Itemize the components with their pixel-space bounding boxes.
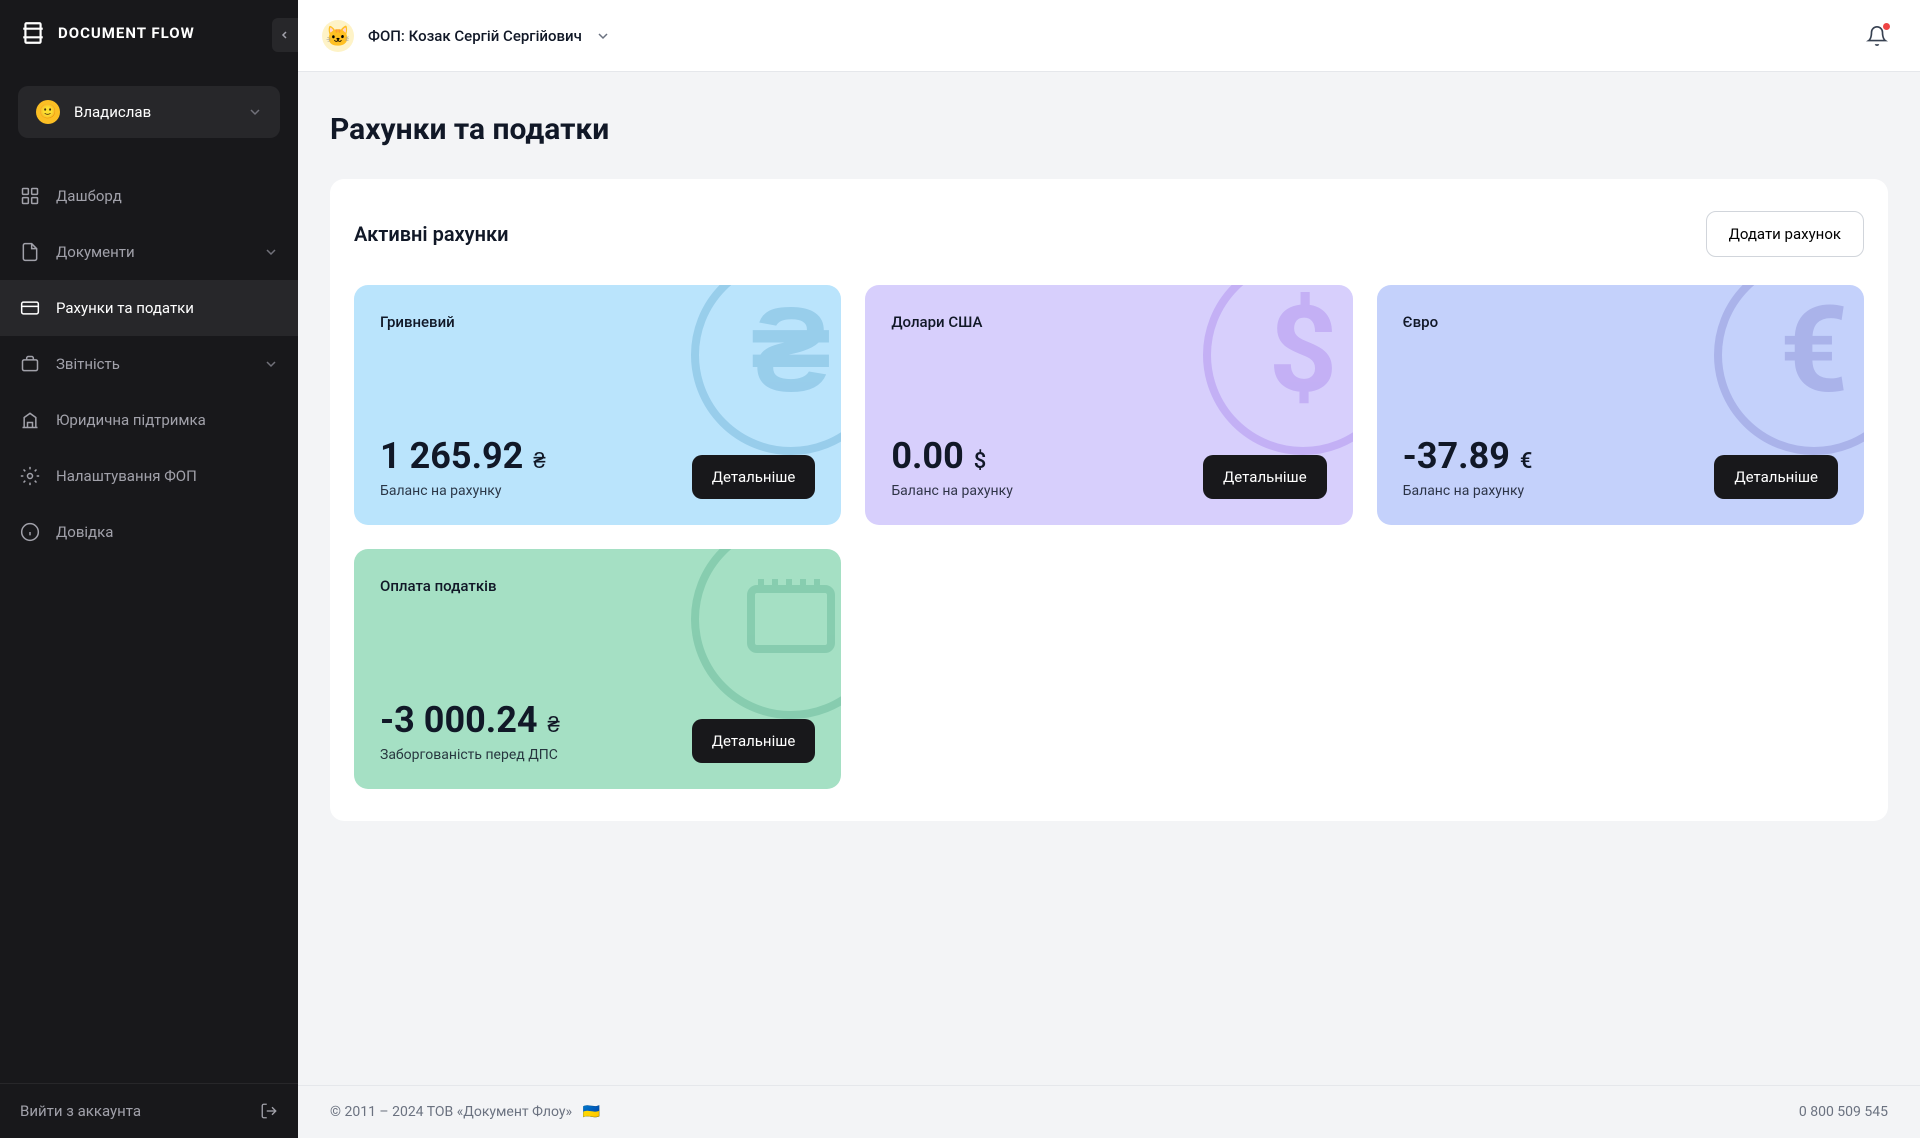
nav-item-help[interactable]: Довідка [0, 504, 298, 560]
account-balance: -3 000.24 ₴ [380, 699, 560, 741]
logo-icon [20, 20, 46, 46]
account-sublabel: Баланс на рахунку [891, 483, 1013, 499]
sidebar-collapse-button[interactable] [272, 18, 298, 52]
account-name: Гривневий [380, 313, 815, 331]
svg-text:₴: ₴ [751, 285, 831, 421]
account-sublabel: Заборгованість перед ДПС [380, 747, 560, 763]
page-title: Рахунки та податки [330, 112, 1888, 147]
logout-button[interactable]: Вийти з аккаунта [0, 1083, 298, 1138]
entity-avatar: 🐱 [322, 20, 354, 52]
entity-name: ФОП: Козак Сергій Сергійович [368, 27, 582, 45]
account-card-usd: $ Долари США 0.00 $ Баланс на рахунку [865, 285, 1352, 525]
nav-item-accounts[interactable]: Рахунки та податки [0, 280, 298, 336]
accounts-panel: Активні рахунки Додати рахунок ₴ Гривнев… [330, 179, 1888, 821]
copyright: © 2011 – 2024 ТОВ «Документ Флоу» 🇺🇦 [330, 1104, 600, 1120]
account-card-eur: € Євро -37.89 € Баланс на рахунку [1377, 285, 1864, 525]
user-name: Владислав [74, 103, 234, 121]
chevron-down-icon [248, 105, 262, 119]
brand-name: DOCUMENT FLOW [58, 24, 195, 42]
logout-label: Вийти з аккаунта [20, 1102, 141, 1120]
add-account-button[interactable]: Додати рахунок [1706, 211, 1864, 257]
nav-label: Юридична підтримка [56, 411, 278, 429]
details-button[interactable]: Детальніше [1203, 455, 1327, 499]
nav-label: Рахунки та податки [56, 299, 278, 317]
euro-bg-icon: € [1714, 285, 1864, 455]
chevron-down-icon [264, 245, 278, 259]
details-button[interactable]: Детальніше [692, 719, 816, 763]
account-card-taxes: Оплата податків -3 000.24 ₴ Заборгованіс… [354, 549, 841, 789]
nav-item-dashboard[interactable]: Дашборд [0, 168, 298, 224]
logout-icon [260, 1102, 278, 1120]
svg-text:€: € [1780, 285, 1849, 421]
account-name: Євро [1403, 313, 1838, 331]
panel-header: Активні рахунки Додати рахунок [354, 211, 1864, 257]
chevron-down-icon [596, 29, 610, 43]
info-icon [20, 522, 40, 542]
building-icon [20, 410, 40, 430]
entity-selector[interactable]: 🐱 ФОП: Козак Сергій Сергійович [322, 20, 610, 52]
nav-item-settings[interactable]: Налаштування ФОП [0, 448, 298, 504]
flag-icon: 🇺🇦 [583, 1104, 600, 1120]
card-icon [20, 298, 40, 318]
user-selector[interactable]: 🙂 Владислав [18, 86, 280, 138]
dollar-bg-icon: $ [1203, 285, 1353, 455]
chevron-down-icon [264, 357, 278, 371]
sidebar: DOCUMENT FLOW 🙂 Владислав [0, 0, 298, 1138]
details-button[interactable]: Детальніше [1714, 455, 1838, 499]
notification-dot [1883, 23, 1890, 30]
account-card-uah: ₴ Гривневий 1 265.92 ₴ Баланс на рахунку [354, 285, 841, 525]
svg-text:$: $ [1268, 285, 1337, 421]
notifications-button[interactable] [1858, 17, 1896, 55]
support-phone: 0 800 509 545 [1799, 1104, 1888, 1120]
account-sublabel: Баланс на рахунку [1403, 483, 1533, 499]
nav-label: Дашборд [56, 187, 278, 205]
nav-label: Звітність [56, 355, 248, 373]
logo-section: DOCUMENT FLOW [0, 0, 298, 66]
account-balance: 0.00 $ [891, 435, 1013, 477]
footer: © 2011 – 2024 ТОВ «Документ Флоу» 🇺🇦 0 8… [298, 1085, 1920, 1138]
briefcase-icon [20, 354, 40, 374]
details-button[interactable]: Детальніше [692, 455, 816, 499]
account-sublabel: Баланс на рахунку [380, 483, 546, 499]
gear-icon [20, 466, 40, 486]
navigation: Дашборд Документи [0, 168, 298, 1083]
hryvnia-bg-icon: ₴ [691, 285, 841, 455]
nav-label: Налаштування ФОП [56, 467, 278, 485]
account-cards: ₴ Гривневий 1 265.92 ₴ Баланс на рахунку [354, 285, 1864, 789]
user-avatar: 🙂 [36, 100, 60, 124]
account-name: Долари США [891, 313, 1326, 331]
nav-item-legal[interactable]: Юридична підтримка [0, 392, 298, 448]
account-name: Оплата податків [380, 577, 815, 595]
panel-title: Активні рахунки [354, 222, 509, 246]
tax-bg-icon [691, 549, 841, 719]
nav-label: Документи [56, 243, 248, 261]
header: 🐱 ФОП: Козак Сергій Сергійович [298, 0, 1920, 72]
document-icon [20, 242, 40, 262]
account-balance: 1 265.92 ₴ [380, 435, 546, 477]
nav-label: Довідка [56, 523, 278, 541]
nav-item-reporting[interactable]: Звітність [0, 336, 298, 392]
nav-item-documents[interactable]: Документи [0, 224, 298, 280]
dashboard-icon [20, 186, 40, 206]
account-balance: -37.89 € [1403, 435, 1533, 477]
content: Рахунки та податки Активні рахунки Додат… [298, 72, 1920, 1085]
